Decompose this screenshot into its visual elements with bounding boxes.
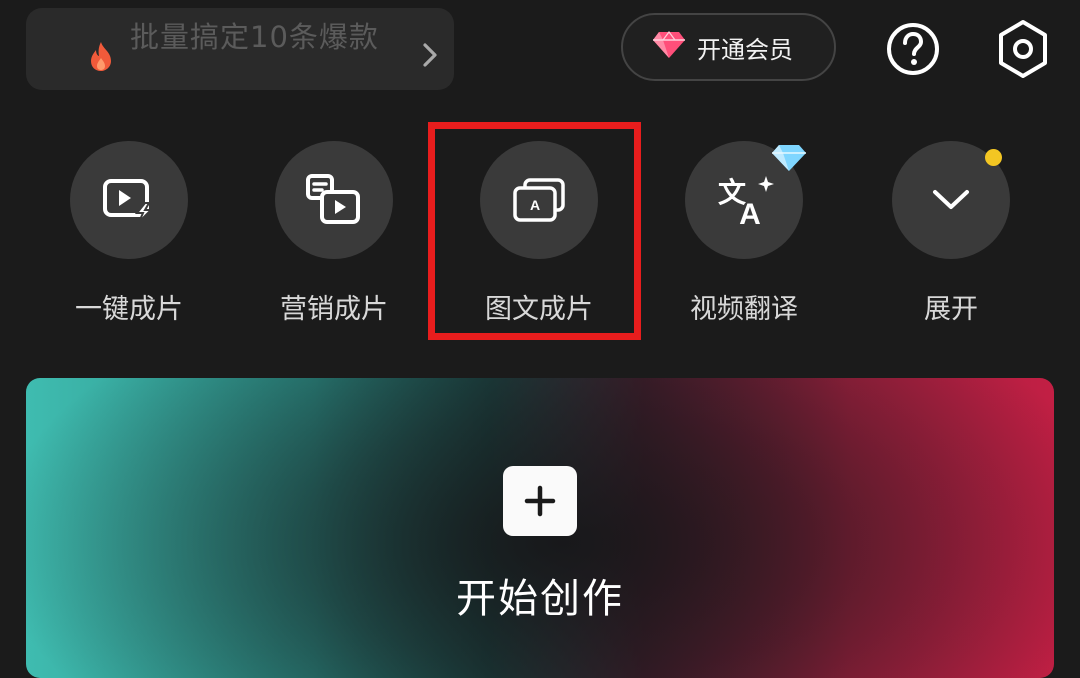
- svg-text:A: A: [739, 198, 761, 228]
- settings-icon[interactable]: [995, 18, 1051, 80]
- help-icon[interactable]: [885, 21, 941, 77]
- marketing-video-icon: [275, 141, 393, 259]
- start-create-label: 开始创作: [456, 576, 624, 622]
- plus-icon: [503, 466, 577, 536]
- diamond-badge-icon: [770, 143, 808, 177]
- chevron-right-icon: [422, 42, 438, 72]
- fire-icon: [86, 40, 116, 76]
- vip-button[interactable]: 开通会员: [621, 13, 836, 81]
- tool-label: 展开: [924, 294, 978, 325]
- highlight-box: [428, 122, 641, 340]
- promo-text: 批量搞定10条爆款: [130, 20, 379, 54]
- tool-label: 视频翻译: [690, 294, 798, 325]
- tool-label: 一键成片: [75, 294, 183, 325]
- vip-label: 开通会员: [697, 35, 793, 64]
- notification-dot: [985, 149, 1002, 166]
- tool-label: 营销成片: [280, 294, 388, 325]
- one-click-video-icon: [70, 141, 188, 259]
- diamond-icon: [651, 30, 687, 64]
- start-create-button[interactable]: 开始创作: [26, 378, 1054, 678]
- promo-banner[interactable]: 批量搞定10条爆款: [26, 8, 454, 90]
